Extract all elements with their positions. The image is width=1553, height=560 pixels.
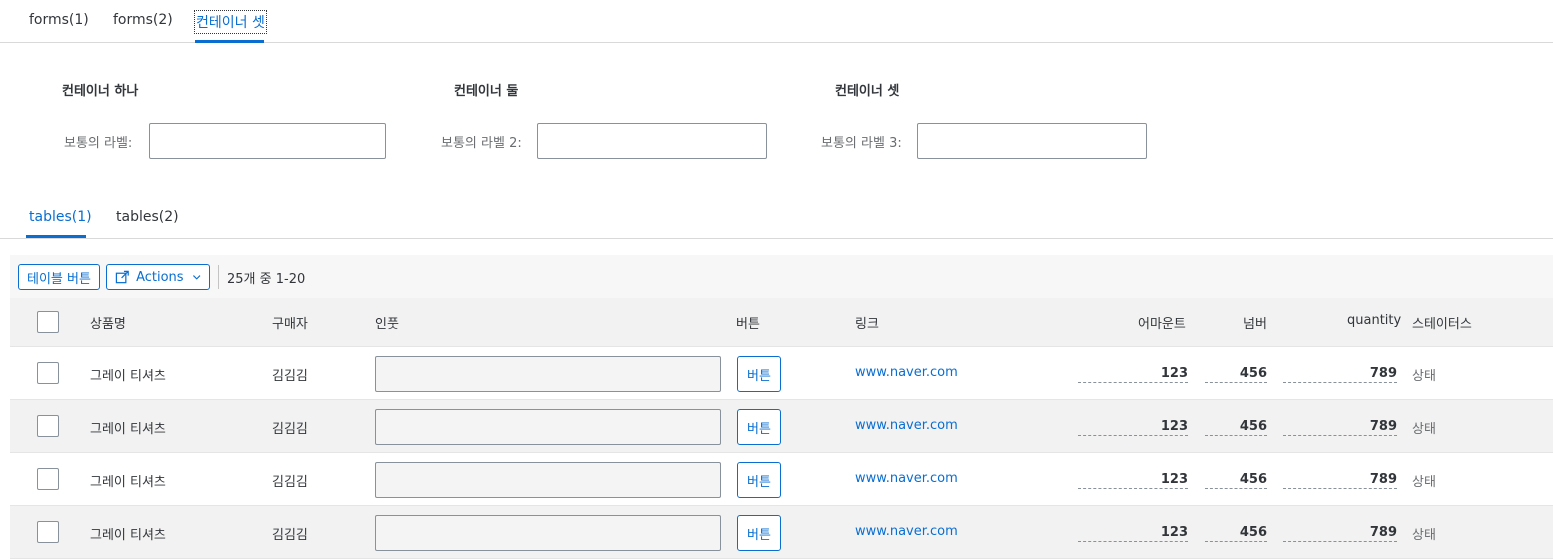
table-row[interactable]: 그레이 티셔츠 김김김 버튼 www.naver.com 123 456 789… — [10, 506, 1553, 559]
actions-button[interactable]: Actions — [106, 264, 210, 290]
active-table-tab-indicator — [26, 235, 86, 238]
header-number[interactable]: 넘버 — [1243, 313, 1267, 332]
cell-link[interactable]: www.naver.com — [855, 365, 958, 380]
form-input-one[interactable] — [149, 123, 386, 159]
top-tab-bar: forms(1) forms(2) 컨테이너 셋 — [0, 0, 1553, 43]
form-input-three[interactable] — [917, 123, 1147, 159]
row-count: 25개 중 1-20 — [227, 272, 306, 287]
cell-quantity[interactable]: 789 — [1283, 419, 1397, 436]
cell-number[interactable]: 456 — [1205, 366, 1267, 383]
form-title-one: 컨테이너 하나 — [62, 84, 139, 99]
tab-tables-2[interactable]: tables(2) — [116, 209, 179, 225]
cell-button[interactable]: 버튼 — [737, 356, 781, 392]
cell-link[interactable]: www.naver.com — [855, 418, 958, 433]
table-tab-bar: tables(1) tables(2) — [0, 200, 1553, 239]
cell-product: 그레이 티셔츠 — [90, 422, 166, 437]
table-toolbar: 테이블 버튼 Actions 25개 중 1-20 — [10, 255, 1553, 298]
table-button[interactable]: 테이블 버튼 — [18, 264, 100, 290]
tab-forms-1[interactable]: forms(1) — [29, 12, 89, 28]
table-button-label: 테이블 버튼 — [27, 271, 91, 287]
row-checkbox[interactable] — [37, 362, 59, 384]
data-table: 상품명 구매자 인풋 버튼 링크 어마운트 넘버 quantity 스테이터스 … — [10, 298, 1553, 559]
tab-tables-1[interactable]: tables(1) — [29, 209, 92, 225]
cell-amount[interactable]: 123 — [1078, 525, 1188, 542]
cell-button[interactable]: 버튼 — [737, 409, 781, 445]
cell-amount[interactable]: 123 — [1078, 366, 1188, 383]
header-input[interactable]: 인풋 — [375, 313, 399, 332]
row-checkbox[interactable] — [37, 468, 59, 490]
cell-button[interactable]: 버튼 — [737, 515, 781, 551]
cell-input[interactable] — [375, 409, 721, 445]
toolbar-separator — [218, 265, 219, 289]
chevron-down-icon — [192, 275, 200, 280]
cell-product: 그레이 티셔츠 — [90, 528, 166, 543]
cell-input[interactable] — [375, 356, 721, 392]
cell-product: 그레이 티셔츠 — [90, 369, 166, 384]
cell-link[interactable]: www.naver.com — [855, 471, 958, 486]
cell-amount[interactable]: 123 — [1078, 472, 1188, 489]
share-icon — [115, 270, 129, 284]
table-row[interactable]: 그레이 티셔츠 김김김 버튼 www.naver.com 123 456 789… — [10, 347, 1553, 400]
cell-buyer: 김김김 — [272, 369, 308, 384]
actions-label: Actions — [136, 269, 184, 285]
select-all-checkbox[interactable] — [37, 311, 59, 333]
cell-button-label: 버튼 — [747, 368, 771, 384]
cell-product: 그레이 티셔츠 — [90, 475, 166, 490]
header-amount[interactable]: 어마운트 — [1138, 313, 1186, 332]
cell-input[interactable] — [375, 462, 721, 498]
cell-buyer: 김김김 — [272, 475, 308, 490]
form-input-two[interactable] — [537, 123, 767, 159]
header-quantity[interactable]: quantity — [1347, 313, 1401, 328]
active-tab-indicator — [195, 40, 264, 43]
row-checkbox[interactable] — [37, 521, 59, 543]
cell-quantity[interactable]: 789 — [1283, 366, 1397, 383]
header-status[interactable]: 스테이터스 — [1412, 313, 1472, 332]
table-row[interactable]: 그레이 티셔츠 김김김 버튼 www.naver.com 123 456 789… — [10, 453, 1553, 506]
cell-quantity[interactable]: 789 — [1283, 525, 1397, 542]
form-label-one: 보통의 라벨: — [64, 136, 133, 151]
cell-quantity[interactable]: 789 — [1283, 472, 1397, 489]
cell-link[interactable]: www.naver.com — [855, 524, 958, 539]
cell-input[interactable] — [375, 515, 721, 551]
cell-status: 상태 — [1412, 475, 1436, 490]
header-buyer[interactable]: 구매자 — [272, 313, 308, 332]
header-link[interactable]: 링크 — [855, 313, 879, 332]
form-label-three: 보통의 라벨 3: — [821, 136, 902, 151]
cell-number[interactable]: 456 — [1205, 525, 1267, 542]
row-checkbox[interactable] — [37, 415, 59, 437]
cell-number[interactable]: 456 — [1205, 419, 1267, 436]
cell-button-label: 버튼 — [747, 527, 771, 543]
form-title-two: 컨테이너 둘 — [454, 84, 519, 99]
cell-button-label: 버튼 — [747, 421, 771, 437]
cell-buyer: 김김김 — [272, 422, 308, 437]
cell-status: 상태 — [1412, 528, 1436, 543]
cell-amount[interactable]: 123 — [1078, 419, 1188, 436]
table-row[interactable]: 그레이 티셔츠 김김김 버튼 www.naver.com 123 456 789… — [10, 400, 1553, 453]
table-header-row: 상품명 구매자 인풋 버튼 링크 어마운트 넘버 quantity 스테이터스 — [10, 298, 1553, 347]
cell-number[interactable]: 456 — [1205, 472, 1267, 489]
header-button[interactable]: 버튼 — [736, 313, 760, 332]
form-title-three: 컨테이너 셋 — [835, 84, 900, 99]
form-label-two: 보통의 라벨 2: — [441, 136, 522, 151]
cell-status: 상태 — [1412, 369, 1436, 384]
header-product[interactable]: 상품명 — [90, 313, 126, 332]
cell-button[interactable]: 버튼 — [737, 462, 781, 498]
cell-buyer: 김김김 — [272, 528, 308, 543]
cell-button-label: 버튼 — [747, 474, 771, 490]
tab-forms-2[interactable]: forms(2) — [113, 12, 173, 28]
cell-status: 상태 — [1412, 422, 1436, 437]
tab-container-three[interactable]: 컨테이너 셋 — [194, 10, 267, 34]
